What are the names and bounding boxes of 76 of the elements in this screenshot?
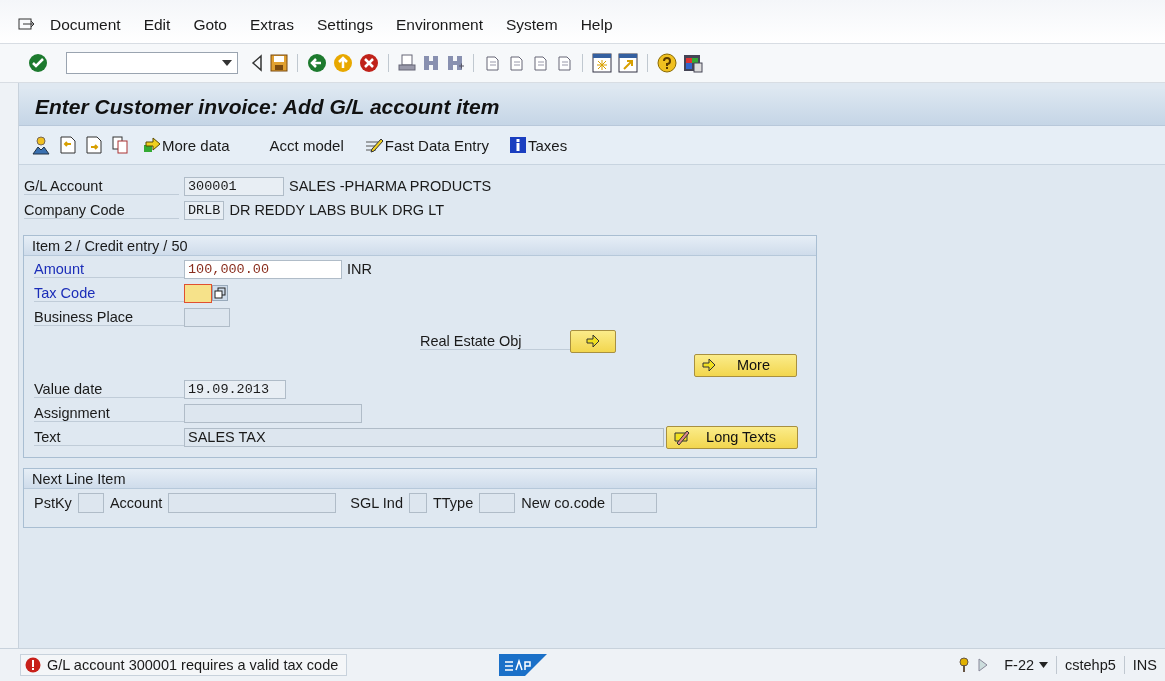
toolbar-button[interactable]: Acct model xyxy=(263,136,350,154)
input-field[interactable] xyxy=(168,493,337,513)
arrow-icon xyxy=(585,334,601,348)
input-mode: INS xyxy=(1132,657,1157,673)
input-field[interactable] xyxy=(184,403,362,423)
save-icon[interactable] xyxy=(270,54,288,72)
menu-item[interactable]: Document xyxy=(50,15,121,34)
menu-item[interactable]: Goto xyxy=(193,15,227,34)
currency-unit: INR xyxy=(347,261,372,277)
field-label: SGL Ind xyxy=(350,495,404,511)
edit-icon xyxy=(363,136,384,154)
input-field[interactable]: 100,000.00 xyxy=(184,259,342,279)
pencil-icon xyxy=(673,429,691,445)
help-icon[interactable] xyxy=(657,53,677,73)
menu-item[interactable]: System xyxy=(505,15,558,34)
field-description: SALES -PHARMA PRODUCTS xyxy=(289,178,492,194)
menu-item[interactable]: Extras xyxy=(250,15,294,34)
arrow-icon xyxy=(143,136,161,154)
menu-item[interactable]: Help xyxy=(580,15,613,34)
layout-menu-icon[interactable] xyxy=(683,53,703,73)
input-field[interactable] xyxy=(408,493,427,513)
input-field[interactable] xyxy=(77,493,104,513)
field-label: Account xyxy=(109,495,164,511)
real-estate-button[interactable] xyxy=(570,329,616,353)
back-arrow-icon[interactable] xyxy=(250,54,264,72)
input-field[interactable] xyxy=(184,307,230,327)
menu-item[interactable]: Edit xyxy=(143,15,171,34)
screen-title: Enter Customer invoice: Add G/L account item xyxy=(35,95,500,119)
shortcut-icon[interactable] xyxy=(618,53,638,73)
arrow-icon xyxy=(701,358,717,372)
panel-title: Item 2 / Credit entry / 50 xyxy=(24,236,816,256)
field-description: DR REDDY LABS BULK DRG LT xyxy=(229,202,444,218)
exit-icon[interactable] xyxy=(333,53,353,73)
field-label: G/L Account xyxy=(24,177,179,195)
value-help-icon[interactable] xyxy=(212,285,228,301)
cancel-icon[interactable] xyxy=(359,53,379,73)
caret-icon[interactable] xyxy=(222,60,232,66)
system-name: cstehp5 xyxy=(1065,657,1116,673)
find-next-icon[interactable] xyxy=(446,54,464,72)
input-field[interactable]: DRLB xyxy=(184,200,225,220)
check-icon[interactable] xyxy=(28,53,48,73)
document-icon[interactable] xyxy=(59,135,77,155)
document-icon[interactable] xyxy=(85,135,103,155)
transaction-code[interactable]: F-22 xyxy=(1004,657,1049,673)
menu-item[interactable]: Environment xyxy=(395,15,483,34)
caret-icon xyxy=(1039,662,1049,668)
input-field[interactable] xyxy=(479,493,516,513)
command-field[interactable] xyxy=(66,52,238,74)
input-field[interactable]: 300001 xyxy=(184,176,284,196)
find-icon[interactable] xyxy=(422,54,440,72)
toolbar-button[interactable]: Fast Data Entry xyxy=(357,136,495,154)
input-field[interactable] xyxy=(611,493,658,513)
status-text: G/L account 300001 requires a valid tax code xyxy=(47,657,339,673)
input-field[interactable]: SALES TAX xyxy=(184,427,664,447)
back-icon[interactable] xyxy=(307,53,327,73)
long-texts-button[interactable]: Long Texts xyxy=(666,425,798,449)
print-icon[interactable] xyxy=(398,54,416,72)
panel-title: Next Line Item xyxy=(24,469,816,489)
input-field[interactable]: 19.09.2013 xyxy=(184,379,286,399)
logo-icon xyxy=(499,654,548,676)
menu-item[interactable]: Settings xyxy=(316,15,373,34)
input-field[interactable] xyxy=(184,283,212,303)
field-label: TType xyxy=(432,495,475,511)
field-label: New co.code xyxy=(521,495,607,511)
field-label: PstKy xyxy=(34,495,73,511)
more-button[interactable]: More xyxy=(694,353,797,377)
info-icon xyxy=(508,136,527,154)
error-icon xyxy=(25,657,41,673)
person-icon[interactable] xyxy=(31,135,51,155)
field-label: Company Code xyxy=(24,201,179,219)
play-icon[interactable] xyxy=(978,658,989,672)
copy-icon[interactable] xyxy=(111,135,129,155)
toolbar-button[interactable]: More data xyxy=(137,136,236,154)
toolbar-button[interactable]: Taxes xyxy=(502,136,574,154)
new-session-icon[interactable] xyxy=(592,53,612,73)
menu-icon[interactable] xyxy=(18,16,36,33)
